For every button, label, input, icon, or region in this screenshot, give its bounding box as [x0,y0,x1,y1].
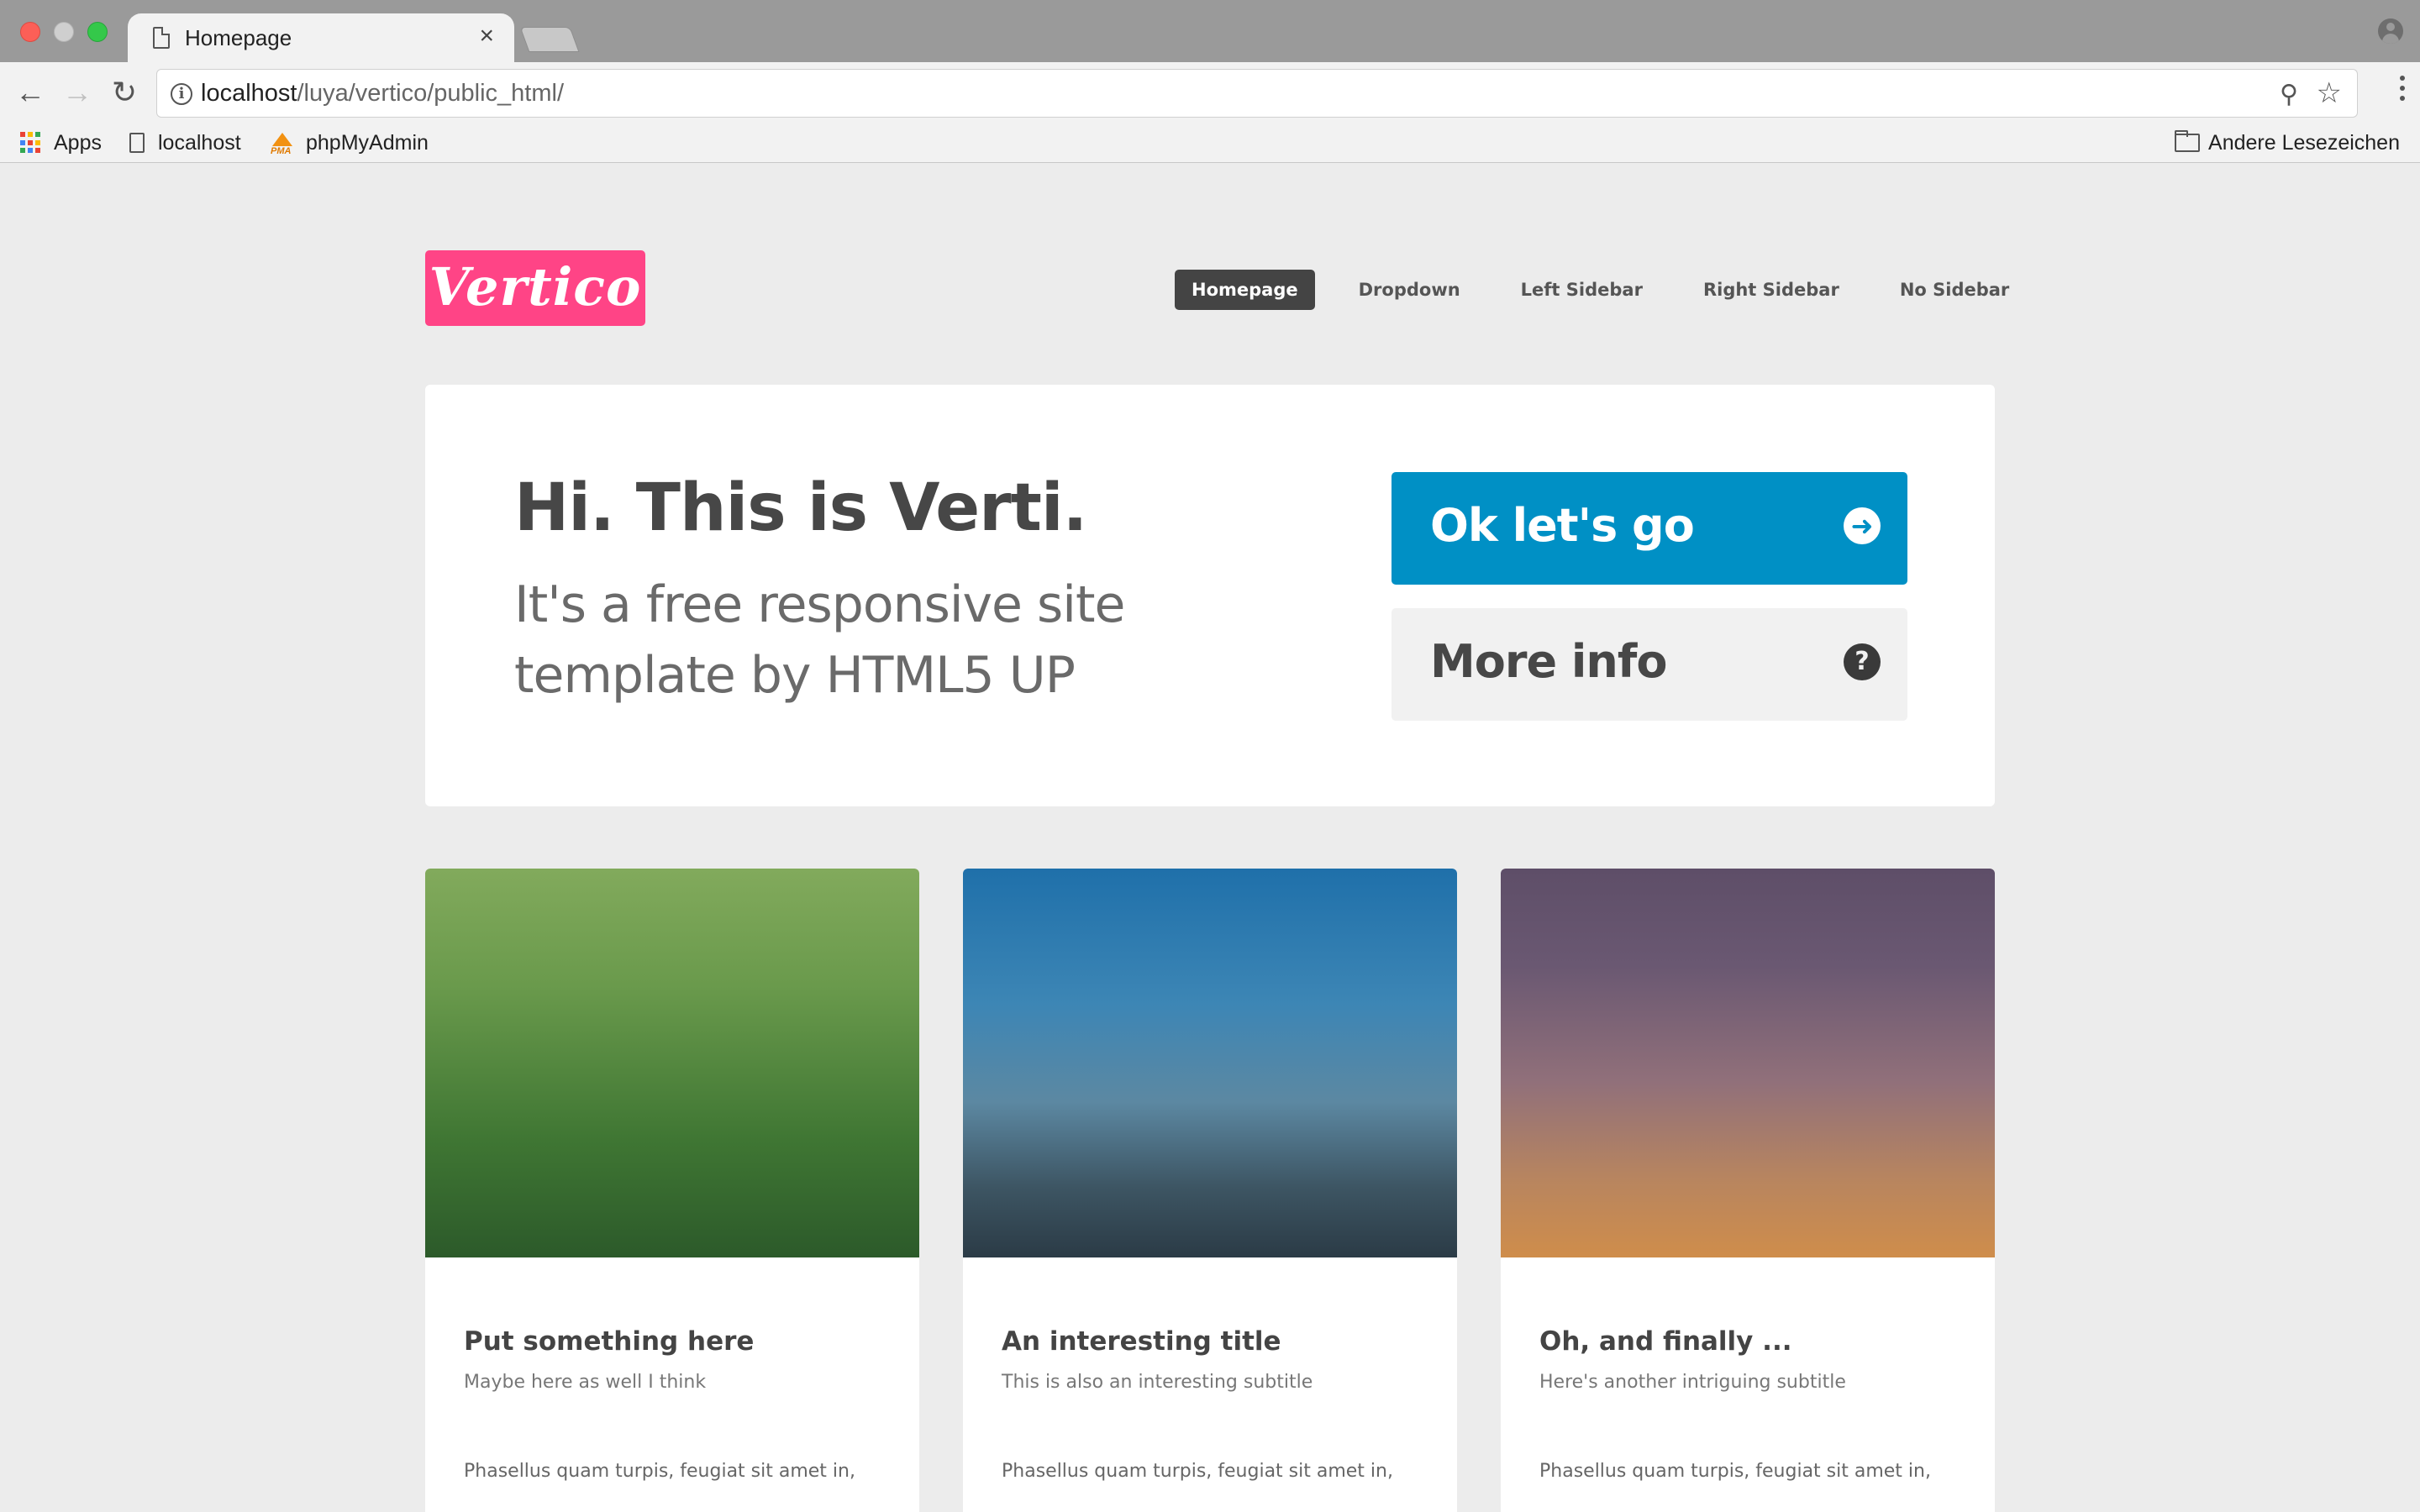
url-path: /luya/vertico/public_html/ [297,80,564,107]
address-bar[interactable]: i localhost/luya/vertico/public_html/ ⚲ … [156,69,2358,118]
apps-grid-icon [20,132,42,154]
banner-title: Hi. This is Verti. [514,470,1087,546]
window-minimize-button[interactable] [54,22,74,42]
card-text: Phasellus quam turpis, feugiat sit amet … [1539,1461,1931,1482]
bookmark-localhost[interactable]: localhost [129,128,241,158]
tab-title: Homepage [185,25,292,50]
more-info-button[interactable]: More info ? [1392,608,1907,721]
reload-icon[interactable]: ↻ [108,76,141,109]
ok-lets-go-button[interactable]: Ok let's go ➜ [1392,472,1907,585]
phpmyadmin-icon: PMA [269,133,297,156]
bookmark-label: Apps [54,130,102,155]
card-title: An interesting title [1002,1326,1281,1357]
card-title: Oh, and finally ... [1539,1326,1792,1357]
new-tab-button[interactable] [519,27,580,52]
back-arrow-icon[interactable]: ← [13,76,47,109]
bookmarks-bar: Apps localhost PMA phpMyAdmin Andere Les… [0,124,2420,163]
question-icon: ? [1844,643,1881,680]
main-nav: Homepage Dropdown Left Sidebar Right Sid… [1175,270,2026,310]
card-title: Put something here [464,1326,755,1357]
zoom-icon[interactable]: ⚲ [2280,80,2298,109]
nav-item-dropdown[interactable]: Dropdown [1342,270,1477,310]
banner: Hi. This is Verti. It's a free responsiv… [425,385,1995,806]
button-label: More info [1430,635,1667,688]
nav-item-right-sidebar[interactable]: Right Sidebar [1686,270,1856,310]
button-label: Ok let's go [1430,499,1695,552]
page-viewport: Vertico Homepage Dropdown Left Sidebar R… [0,164,2420,1512]
card-subtitle: This is also an interesting subtitle [1002,1372,1313,1393]
page-icon [129,133,145,153]
card-text: Phasellus quam turpis, feugiat sit amet … [464,1461,855,1482]
nav-item-no-sidebar[interactable]: No Sidebar [1883,270,2026,310]
bookmark-star-icon[interactable]: ☆ [2317,76,2342,110]
feature-card: An interesting title This is also an int… [963,869,1457,1512]
site-logo[interactable]: Vertico [425,250,645,326]
window-maximize-button[interactable] [87,22,108,42]
nav-item-homepage[interactable]: Homepage [1175,270,1315,310]
card-subtitle: Maybe here as well I think [464,1372,707,1393]
profile-icon[interactable] [2378,18,2403,44]
bookmark-phpmyadmin[interactable]: PMA phpMyAdmin [269,128,429,158]
card-image[interactable] [1501,869,1995,1257]
nav-item-left-sidebar[interactable]: Left Sidebar [1504,270,1660,310]
feature-card: Put something here Maybe here as well I … [425,869,919,1512]
browser-toolbar: ← → ↻ i localhost/luya/vertico/public_ht… [0,62,2420,124]
bookmark-label: localhost [158,130,241,155]
window-close-button[interactable] [20,22,40,42]
url-host: localhost [201,80,297,107]
other-bookmarks[interactable]: Andere Lesezeichen [2175,128,2400,158]
arrow-right-icon: ➜ [1844,507,1881,544]
card-text: Phasellus quam turpis, feugiat sit amet … [1002,1461,1393,1482]
card-subtitle: Here's another intriguing subtitle [1539,1372,1846,1393]
browser-menu-icon[interactable] [2398,76,2407,109]
bookmark-apps[interactable]: Apps [20,128,102,158]
folder-icon [2175,130,2201,152]
info-icon[interactable]: i [171,83,192,105]
bookmark-label: phpMyAdmin [306,130,429,155]
url-text[interactable]: localhost/luya/vertico/public_html/ [201,80,564,108]
other-bookmarks-label: Andere Lesezeichen [2208,130,2400,155]
tab-strip: Homepage × [0,0,2420,62]
forward-arrow-icon[interactable]: → [60,76,94,109]
feature-card: Oh, and finally ... Here's another intri… [1501,869,1995,1512]
card-image[interactable] [425,869,919,1257]
document-icon [153,27,170,49]
tab-close-icon[interactable]: × [479,22,494,50]
banner-subtitle: It's a free responsive site template by … [514,575,1125,705]
card-image[interactable] [963,869,1457,1257]
browser-tab[interactable]: Homepage × [128,13,514,62]
